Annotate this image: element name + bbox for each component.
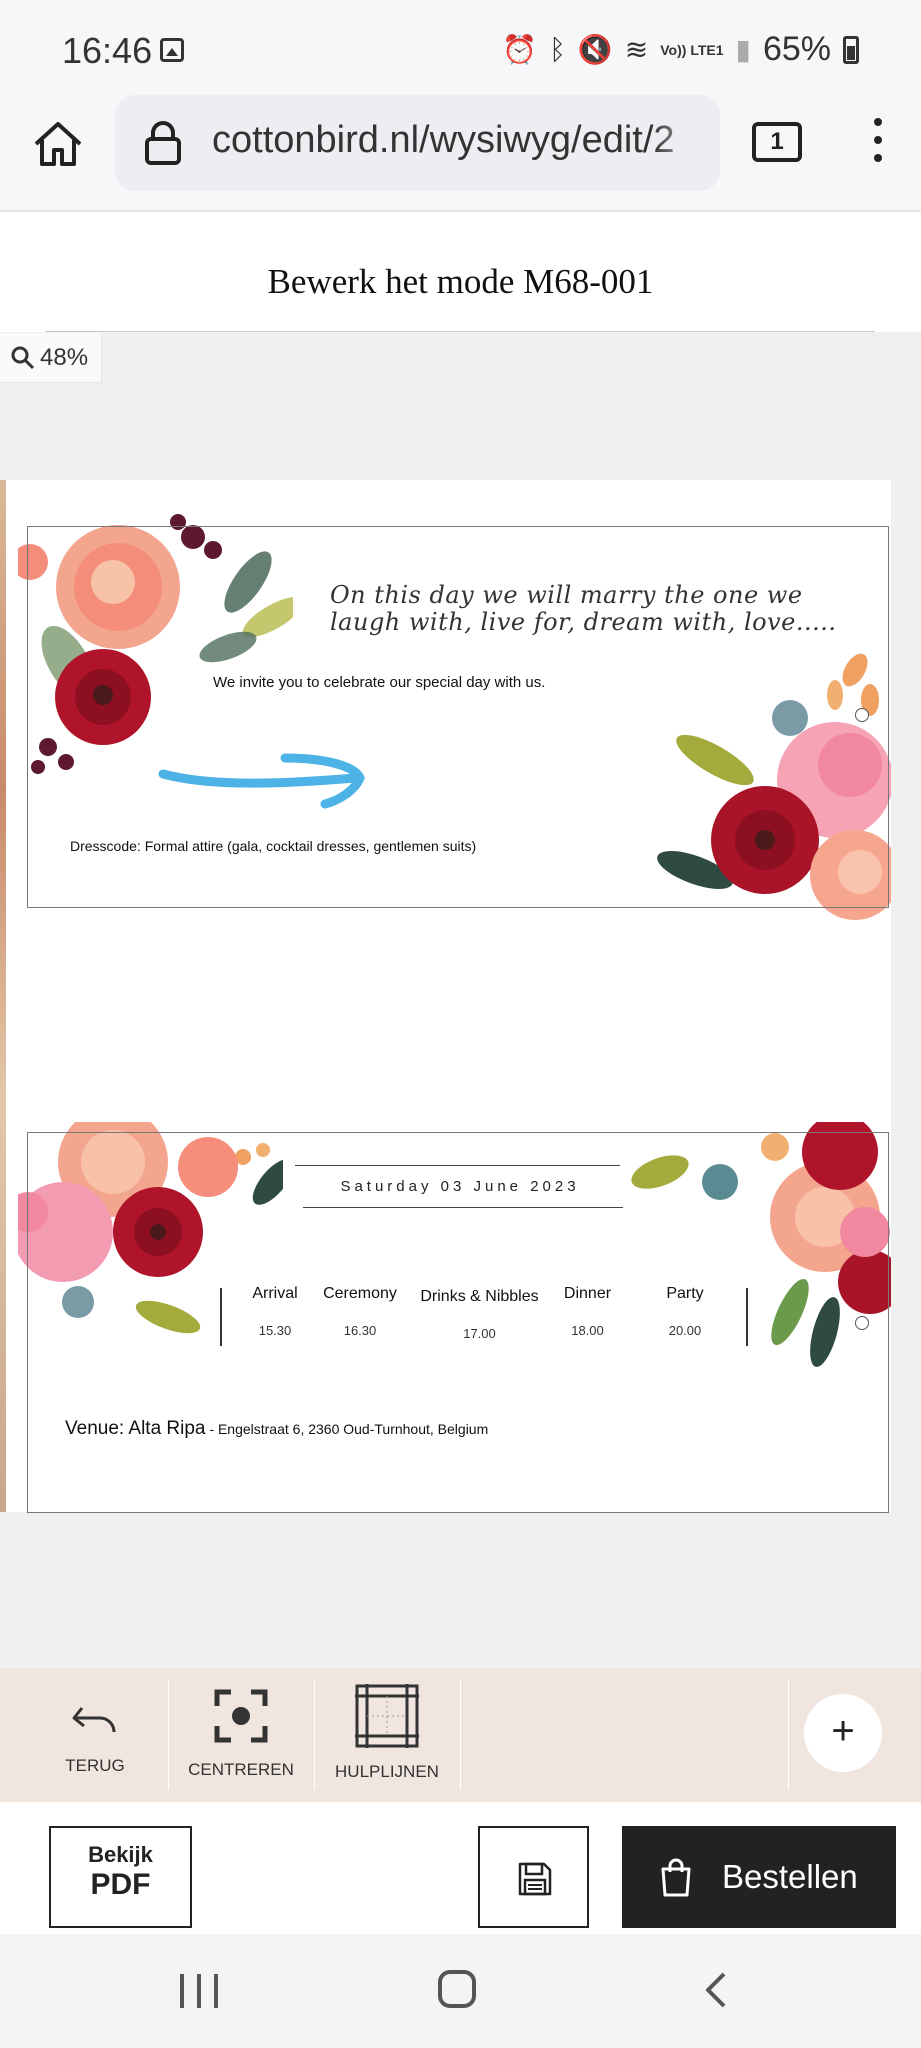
dresscode-text[interactable]: Dresscode: Formal attire (gala, cocktail… — [70, 838, 476, 854]
system-nav-bar — [0, 1934, 921, 2048]
undo-icon — [72, 1707, 116, 1733]
schedule-time: 18.00 — [571, 1323, 604, 1338]
action-bar: Bekijk PDF Bestellen — [0, 1802, 921, 1934]
arrow-decoration[interactable] — [155, 748, 370, 810]
status-time: 16:46 — [62, 30, 153, 71]
guides-label: HULPLIJNEN — [335, 1762, 439, 1781]
view-pdf-button[interactable]: Bekijk PDF — [49, 1826, 192, 1928]
schedule-label: Dinner — [563, 1285, 612, 1302]
mute-icon: 🔇 — [577, 34, 613, 65]
back-icon[interactable] — [700, 1970, 730, 2010]
alarm-icon: ⏰ — [502, 34, 538, 65]
page-title: Bewerk het mode M68-001 — [267, 262, 654, 301]
center-label: CENTREREN — [188, 1760, 294, 1779]
image-notification-icon — [160, 38, 184, 62]
editor-header: Bewerk het mode M68-001 — [0, 212, 921, 332]
guides-button[interactable]: HULPLIJNEN — [326, 1668, 448, 1802]
add-element-button[interactable]: + — [804, 1694, 882, 1772]
schedule-right-rule — [746, 1288, 748, 1346]
center-focus-icon — [214, 1689, 268, 1743]
header-divider — [45, 331, 875, 332]
toolbar-divider — [788, 1680, 789, 1790]
home-icon[interactable] — [30, 116, 86, 172]
venue-address: - Engelstraat 6, 2360 Oud-Turnhout, Belg… — [205, 1421, 489, 1437]
selection-handle[interactable] — [855, 1316, 869, 1330]
order-label: Bestellen — [722, 1858, 858, 1895]
toolbar-divider — [314, 1680, 315, 1790]
date-bottom-rule — [303, 1207, 623, 1208]
script-quote-text[interactable]: On this day we will marry the one we lau… — [330, 582, 850, 636]
schedule-item: Drinks & Nibbles 17.00 — [417, 1288, 542, 1341]
order-button[interactable]: Bestellen — [622, 1826, 896, 1928]
schedule-label: Drinks & Nibbles — [420, 1288, 539, 1305]
selection-handle[interactable] — [855, 708, 869, 722]
battery-percent: 65% — [762, 30, 831, 68]
schedule-item: Ceremony 16.30 — [315, 1285, 405, 1338]
bluetooth-icon: ᛒ — [549, 33, 566, 65]
save-button[interactable] — [478, 1826, 589, 1928]
schedule-label: Party — [666, 1285, 704, 1302]
date-top-rule — [295, 1165, 620, 1166]
recent-apps-icon[interactable] — [180, 1974, 218, 2008]
venue-line[interactable]: Venue: Alta Ripa - Engelstraat 6, 2360 O… — [65, 1418, 488, 1440]
schedule-item: Dinner 18.00 — [555, 1285, 620, 1338]
view-pdf-line2: PDF — [90, 1868, 151, 1901]
wedding-date: Saturday 03 June 2023 — [340, 1178, 580, 1195]
status-icons: ⏰ ᛒ 🔇 ≋ Vo)) LTE1 ▮ 65% — [502, 30, 859, 69]
date-block[interactable]: Saturday 03 June 2023 — [295, 1165, 625, 1210]
editor-toolbar: TERUG CENTREREN HULPLIJNEN + — [0, 1668, 921, 1802]
wifi-icon: ≋ — [624, 34, 649, 65]
invitation-text[interactable]: We invite you to celebrate our special d… — [213, 673, 593, 692]
schedule-time: 16.30 — [343, 1323, 377, 1338]
view-pdf-line1: Bekijk — [88, 1842, 153, 1867]
schedule-item: Arrival 15.30 — [245, 1285, 305, 1338]
browser-menu-icon[interactable] — [868, 118, 888, 168]
address-bar[interactable]: cottonbird.nl/wysiwyg/edit/2 — [115, 95, 720, 191]
undo-button[interactable]: TERUG — [40, 1668, 150, 1802]
browser-toolbar: cottonbird.nl/wysiwyg/edit/2 1 — [0, 95, 921, 210]
tab-switcher-button[interactable]: 1 — [752, 122, 802, 162]
schedule-time: 20.00 — [668, 1323, 702, 1338]
shopping-bag-icon — [661, 1858, 691, 1897]
battery-icon — [843, 35, 859, 64]
zoom-level: 48% — [40, 343, 89, 371]
schedule-item: Party 20.00 — [655, 1285, 715, 1338]
status-bar: 16:46 ⏰ ᛒ 🔇 ≋ Vo)) LTE1 ▮ 65% — [0, 0, 921, 100]
url-text: cottonbird.nl/wysiwyg/edit/2 — [212, 119, 712, 162]
save-icon — [518, 1862, 552, 1896]
venue-name: Venue: Alta Ripa — [65, 1418, 206, 1439]
toolbar-divider — [460, 1680, 461, 1790]
schedule-block[interactable]: Arrival 15.30 Ceremony 16.30 Drinks & Ni… — [220, 1285, 750, 1349]
zoom-icon — [11, 346, 35, 369]
undo-label: TERUG — [65, 1756, 125, 1775]
home-nav-icon[interactable] — [438, 1970, 476, 2008]
lock-icon — [145, 121, 181, 165]
lte-indicator: Vo)) LTE1 — [660, 41, 724, 58]
toolbar-divider — [168, 1680, 169, 1790]
zoom-indicator[interactable]: 48% — [0, 333, 102, 383]
signal-icon: ▮ — [735, 34, 751, 65]
schedule-left-rule — [220, 1288, 222, 1346]
center-button[interactable]: CENTREREN — [180, 1668, 302, 1802]
schedule-label: Ceremony — [323, 1285, 397, 1302]
grid-guides-icon — [355, 1684, 419, 1748]
schedule-time: 17.00 — [463, 1326, 496, 1341]
schedule-label: Arrival — [252, 1285, 298, 1302]
schedule-time: 15.30 — [258, 1323, 292, 1338]
